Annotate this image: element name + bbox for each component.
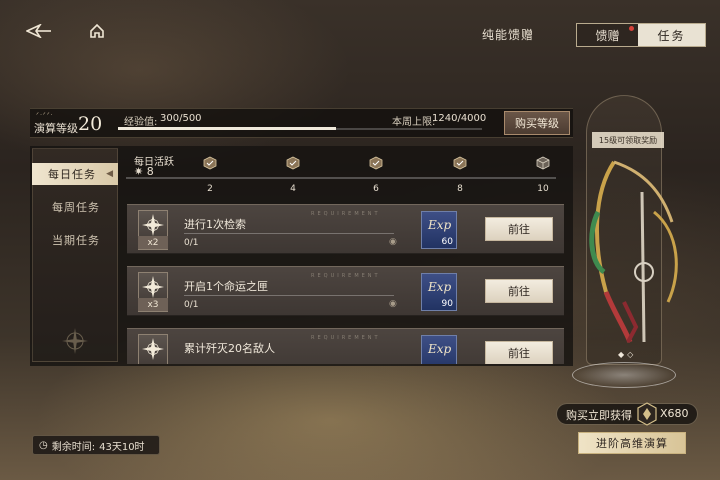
milestone-reward[interactable]: 10 [534,155,552,194]
quest-reward: Exp [421,335,457,364]
time-remaining-label: 剩余时间: [51,441,96,453]
eye-icon[interactable]: ◉ [389,237,397,247]
quest-progress: 0/1 [184,300,199,310]
activity-track [126,177,556,179]
exp-label: 经验值: [124,117,158,128]
quest-progress-line [184,295,394,296]
exp-progress-fill [118,127,337,130]
chevron-left-icon: ◀ [106,169,114,179]
tab-pure-energy-gift[interactable]: 纯能馈赠 [456,22,560,46]
quest-multiplier: x2 [138,236,168,249]
weekly-cap-value: 1240/4000 [432,113,487,124]
quest-reward-amount: 90 [441,299,453,309]
advance-button[interactable]: 进阶高维演算 [578,432,686,454]
tab-group: 馈赠 任务 [576,23,706,47]
level-subtitle: ᐟᐧᐟᐟᐧ [36,111,54,119]
chest-icon [453,156,467,170]
cube-icon [536,156,550,170]
go-button[interactable]: 前往 [485,341,553,364]
time-remaining: ◷ 剩余时间: 43天10时 [32,435,160,455]
currency-icon [637,402,657,426]
carousel-dots[interactable]: ◆◇ [618,350,636,359]
quest-reward: Exp 90 [421,273,457,311]
quest-title: 累计歼灭20名敌人 [184,342,275,355]
quest-title: 开启1个命运之匣 [184,280,268,293]
clock-icon: ◷ [39,439,48,451]
quest-row: x2 进行1次检索 REQUIREMENT 0/1 ◉ Exp 60 前往 [127,204,564,254]
sidebar-item-daily[interactable]: 每日任务 ◀ [32,163,118,185]
quest-multiplier: x3 [138,298,168,311]
milestone-reward[interactable]: 8 [451,155,469,194]
sidebar-item-label: 每日任务 [48,168,96,181]
quest-row-clip: 累计歼灭20名敌人 REQUIREMENT Exp 前往 [127,328,564,364]
quest-row: 累计歼灭20名敌人 REQUIREMENT Exp 前往 [127,328,564,364]
chest-icon [286,156,300,170]
quest-tag: REQUIREMENT [311,273,381,279]
chest-icon [203,156,217,170]
compass-star-icon [142,338,164,360]
tab-gift[interactable]: 馈赠 [577,24,638,46]
sidebar-item-current[interactable]: 当期任务 [32,230,118,250]
quest-reward: Exp 60 [421,211,457,249]
exp-icon: Exp [428,218,452,232]
weekly-cap-label: 本周上限: [392,117,436,128]
sidebar-item-weekly[interactable]: 每周任务 [32,197,118,217]
reward-card-label: 15级可领取奖励 [592,132,664,148]
quest-tag: REQUIREMENT [311,211,381,217]
level-bar [30,108,573,138]
quest-reward-amount: 60 [441,237,453,247]
purchase-bonus-label: 购买立即获得 [566,409,632,422]
chest-icon [369,156,383,170]
exp-icon: Exp [428,342,452,356]
milestone-reward[interactable]: 6 [367,155,385,194]
time-remaining-value: 43天10时 [99,441,145,453]
milestone-label: 2 [207,184,213,194]
weapon-reward-image [589,160,678,343]
tab-tasks[interactable]: 任务 [637,24,705,46]
quest-progress-line [184,233,394,234]
quest-tag: REQUIREMENT [311,335,381,341]
go-button[interactable]: 前往 [485,217,553,241]
tab-gift-label: 馈赠 [595,28,620,43]
ornament-icon [60,326,90,356]
home-icon[interactable] [84,20,110,42]
go-button[interactable]: 前往 [485,279,553,303]
compass-star-icon [142,214,164,236]
notification-dot-icon [628,26,634,31]
back-arrow-icon[interactable] [26,20,52,42]
milestone-label: 4 [290,184,296,194]
pedestal-glow [572,362,676,388]
exp-value: 300/500 [160,113,202,124]
purchase-bonus-value: X680 [660,407,689,420]
quest-icon [138,334,168,364]
milestone-reward[interactable]: 2 [201,155,219,194]
milestone-label: 10 [537,184,549,194]
quest-title: 进行1次检索 [184,218,246,231]
quest-row: x3 开启1个命运之匣 REQUIREMENT 0/1 ◉ Exp 90 前往 [127,266,564,316]
buy-level-button[interactable]: 购买等级 [504,111,570,135]
eye-icon[interactable]: ◉ [389,299,397,309]
milestone-label: 8 [457,184,463,194]
level-label: 演算等级 [34,122,78,135]
milestone-label: 6 [373,184,379,194]
milestone-reward[interactable]: 4 [284,155,302,194]
exp-icon: Exp [428,280,452,294]
level-value: 20 [78,113,103,135]
quest-progress: 0/1 [184,238,199,248]
compass-star-icon [142,276,164,298]
